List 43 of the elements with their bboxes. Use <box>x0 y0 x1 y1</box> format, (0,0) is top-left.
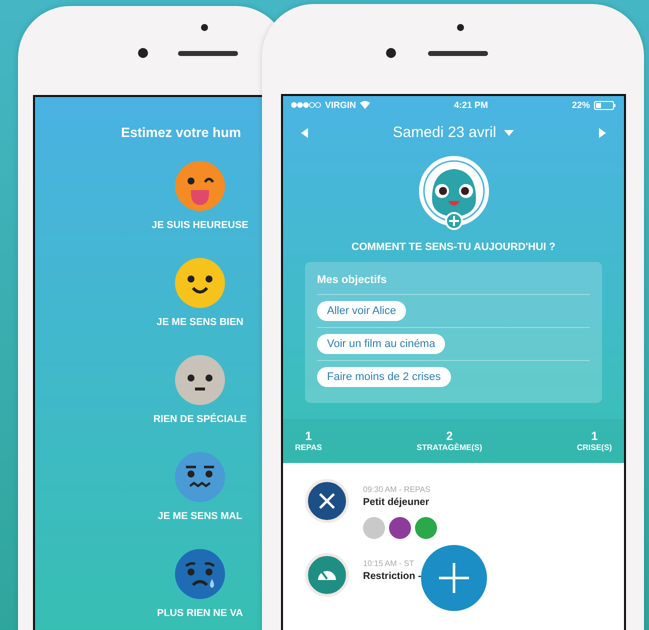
stat-label: REPAS <box>295 443 322 452</box>
gauge-icon <box>317 570 337 580</box>
emoji-face-icon[interactable] <box>174 258 225 308</box>
goal-chip[interactable]: Voir un film au cinéma <box>317 334 446 354</box>
speaker-grille <box>428 51 488 56</box>
sensor-dot <box>201 24 208 31</box>
battery-percent: 22% <box>572 100 590 110</box>
entry-time: 09:30 AM - REPAS <box>363 485 432 494</box>
entry-title: Petit déjeuner <box>363 497 430 508</box>
mood-label: JE ME SENS BIEN <box>156 317 244 328</box>
mood-label: PLUS RIEN NE VA <box>157 608 243 619</box>
plus-icon <box>439 563 469 593</box>
goal-chip[interactable]: Faire moins de 2 crises <box>317 367 451 387</box>
stat-value: 2 <box>446 429 453 443</box>
mood-label: JE SUIS HEUREUSE <box>152 220 248 231</box>
clock-time: 4:21 PM <box>454 100 488 110</box>
stat-label: STRATAGÈME(S) <box>416 443 482 452</box>
screen-title: Estimez votre hum <box>120 124 242 140</box>
mood-label: JE ME SENS MAL <box>158 511 242 522</box>
mood-label: RIEN DE SPÉCIALE <box>153 414 247 425</box>
wifi-icon <box>360 101 370 109</box>
signal-icon <box>291 102 321 108</box>
date-selector[interactable]: Samedi 23 avril <box>392 124 514 141</box>
camera-lens <box>138 48 148 58</box>
mood-question: COMMENT TE SENS-TU AUJOURD'HUI ? <box>350 241 556 253</box>
carrier-name: VIRGIN <box>325 100 356 110</box>
goal-chip[interactable]: Aller voir Alice <box>317 301 406 321</box>
card-title: Mes objectifs <box>317 270 590 295</box>
monster-avatar-icon[interactable] <box>418 155 490 231</box>
speaker-grille <box>178 51 238 56</box>
entry-time: 10:15 AM - ST <box>363 559 416 568</box>
emoji-face-icon[interactable] <box>174 161 225 211</box>
stat-label: CRISE(S) <box>576 443 612 452</box>
emoji-face-icon[interactable] <box>174 355 225 405</box>
entry-title: Restriction - <box>363 571 422 582</box>
camera-lens <box>386 48 396 58</box>
caret-icon <box>504 130 514 136</box>
emoji-face-icon[interactable] <box>175 549 225 599</box>
emoji-face-icon[interactable] <box>175 452 225 502</box>
sensor-dot <box>457 24 464 31</box>
stat-value: 1 <box>591 429 598 443</box>
stat-value: 1 <box>305 429 312 443</box>
battery-icon <box>594 100 616 110</box>
